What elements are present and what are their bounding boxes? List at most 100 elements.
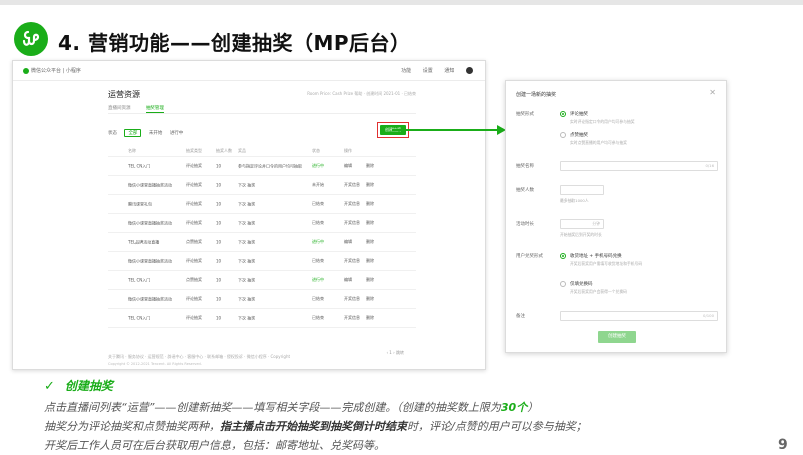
- row-type: 评论抽奖: [186, 163, 202, 168]
- option-desc: 开奖后获奖用户会获得一个兑换码: [570, 289, 627, 294]
- row-delete[interactable]: 删除: [366, 201, 374, 207]
- row-status: 已结束: [312, 315, 324, 320]
- pagination[interactable]: ‹ 1 › 跳转: [386, 350, 404, 356]
- row-count: 10: [216, 296, 222, 302]
- option-like-lottery[interactable]: 点赞抽奖: [570, 132, 588, 138]
- duration-hint: 开始抽奖后到开奖的时长: [560, 232, 602, 237]
- dialog-title: 创建一场新的抽奖: [516, 92, 557, 98]
- nav-item[interactable]: 通知: [444, 68, 454, 74]
- row-status: 已结束: [312, 201, 324, 206]
- text: 点击直播间列表“运营”——创建新抽奖——填写相关字段——完成创建。（创建的抽奖数…: [44, 401, 501, 414]
- radio-comment-lottery[interactable]: [560, 111, 566, 117]
- radio-like-lottery[interactable]: [560, 132, 566, 138]
- row-prize: 下次 抽奖: [238, 277, 256, 283]
- copyright: Copyright © 2012-2021 Tencent. All Right…: [108, 362, 202, 366]
- tabs-divider: [108, 113, 416, 114]
- row-action[interactable]: 开奖信息: [344, 315, 360, 321]
- nav-item[interactable]: 功能: [401, 68, 411, 74]
- table-row: TEL CN入门 评论抽奖 10 下次 抽奖 已结束 开奖信息 删除: [108, 309, 416, 328]
- row-prize: 下次 抽奖: [238, 296, 256, 302]
- table-row: 腾讯课堂礼包 评论抽奖 10 下次 抽奖 已结束 开奖信息 删除: [108, 195, 416, 214]
- row-name: TEL CN入门: [128, 315, 151, 321]
- option-comment-lottery[interactable]: 评论抽奖: [570, 111, 588, 117]
- tabs: 直播间资源 抽奖管理: [108, 105, 178, 113]
- row-delete[interactable]: 删除: [366, 258, 374, 264]
- row-count: 10: [216, 315, 222, 321]
- row-delete[interactable]: 删除: [366, 239, 374, 245]
- avatar[interactable]: [466, 67, 473, 74]
- winners-input[interactable]: [560, 185, 604, 195]
- row-action[interactable]: 开奖信息: [344, 201, 360, 207]
- table-row: TEL品牌活动直播 点赞抽奖 10 下次 抽奖 进行中 编辑 删除: [108, 233, 416, 252]
- text: 抽奖分为评论抽奖和点赞抽奖两种，: [44, 420, 220, 433]
- row-action[interactable]: 编辑: [344, 277, 352, 283]
- lottery-limit: 30个: [500, 401, 528, 414]
- row-delete[interactable]: 删除: [366, 315, 374, 321]
- mp-content: 运营资源 Room Price: Cash Prize 帮助 · 创建时间 20…: [108, 83, 416, 355]
- check-icon: ✓: [44, 379, 55, 394]
- filter-chip-ongoing[interactable]: 进行中: [170, 130, 184, 136]
- receive-label: 用户兑奖形式: [516, 254, 543, 259]
- filter-chip-all[interactable]: 全部: [124, 129, 142, 137]
- page-title: 运营资源: [108, 90, 140, 99]
- row-action[interactable]: 开奖信息: [344, 258, 360, 264]
- row-status: 已结束: [312, 296, 324, 301]
- remark-input[interactable]: 0/100: [560, 311, 718, 321]
- wechat-logo-icon: [23, 67, 29, 74]
- row-action[interactable]: 编辑: [344, 163, 352, 169]
- row-action[interactable]: 开奖信息: [344, 182, 360, 188]
- top-strip: [0, 0, 803, 5]
- table-row: 微信小课堂直播抽奖活动 评论抽奖 10 下次 抽奖 未开始 开奖信息 删除: [108, 176, 416, 195]
- col-header: 状态: [312, 147, 320, 153]
- mp-nav: 功能 设置 通知: [391, 67, 473, 74]
- row-count: 10: [216, 239, 222, 245]
- submit-button[interactable]: 创建抽奖: [598, 331, 636, 343]
- radio-code-only[interactable]: [560, 281, 566, 287]
- option-address-phone[interactable]: 收货地址 + 手机号码兑换: [570, 253, 622, 259]
- row-prize: 下次 抽奖: [238, 258, 256, 264]
- tab-lottery[interactable]: 抽奖管理: [145, 105, 164, 113]
- row-prize: 下次 抽奖: [238, 315, 256, 321]
- col-header: 抽奖类型: [186, 147, 202, 153]
- row-type: 评论抽奖: [186, 182, 202, 187]
- description-line-3: 开奖后工作人员可在后台获取用户信息，包括：邮寄地址、兑奖码等。: [44, 439, 385, 452]
- table-row: TEL CN入门 点赞抽奖 10 下次 抽奖 进行中 编辑 删除: [108, 271, 416, 290]
- row-status: 未开始: [312, 182, 324, 187]
- row-delete[interactable]: 删除: [366, 220, 374, 226]
- row-count: 10: [216, 163, 222, 169]
- winners-label: 抽奖人数: [516, 188, 534, 193]
- row-name: TEL CN入门: [128, 163, 151, 169]
- description-line-2: 抽奖分为评论抽奖和点赞抽奖两种，指主播点击开始抽奖到抽奖倒计时结束时，评论/点赞…: [44, 418, 587, 434]
- tab-room-resources[interactable]: 直播间资源: [108, 105, 131, 111]
- option-desc: 实时评论指定口令的用户均可参与抽奖: [570, 119, 635, 124]
- row-delete[interactable]: 删除: [366, 182, 374, 188]
- row-action[interactable]: 开奖信息: [344, 220, 360, 226]
- prize-name-input[interactable]: 0/16: [560, 161, 718, 171]
- description-line-1: 点击直播间列表“运营”——创建新抽奖——填写相关字段——完成创建。（创建的抽奖数…: [44, 399, 538, 415]
- close-icon[interactable]: ✕: [709, 88, 716, 97]
- row-action[interactable]: 编辑: [344, 239, 352, 245]
- row-delete[interactable]: 删除: [366, 277, 374, 283]
- row-count: 10: [216, 220, 222, 226]
- row-status: 已结束: [312, 258, 324, 263]
- row-delete[interactable]: 删除: [366, 296, 374, 302]
- row-type: 点赞抽奖: [186, 239, 202, 244]
- col-header: 名称: [128, 147, 136, 153]
- page-number: 9: [778, 437, 788, 453]
- duration-input[interactable]: 分钟: [560, 219, 604, 229]
- row-prize: 参与指定评论并口令的用户均可抽取: [238, 163, 302, 169]
- option-code-only[interactable]: 仅填兑换码: [570, 281, 593, 287]
- mp-brand: 微信公众平台 | 小程序: [23, 67, 81, 74]
- radio-address-phone[interactable]: [560, 253, 566, 259]
- text: 时，评论/点赞的用户可以参与抽奖；: [407, 420, 587, 433]
- row-action[interactable]: 开奖信息: [344, 296, 360, 302]
- nav-item[interactable]: 设置: [423, 68, 433, 74]
- filter-chip-pending[interactable]: 未开始: [149, 130, 163, 136]
- text: ）: [527, 401, 539, 414]
- row-status: 进行中: [312, 163, 324, 168]
- emphasis: 指主播点击开始抽奖到抽奖倒计时结束: [220, 420, 407, 433]
- table-row: 微信小课堂直播抽奖活动 评论抽奖 10 下次 抽奖 已结束 开奖信息 删除: [108, 252, 416, 271]
- row-delete[interactable]: 删除: [366, 163, 374, 169]
- table-row: TEL CN入门 评论抽奖 10 参与指定评论并口令的用户均可抽取 进行中 编辑 删除: [108, 157, 416, 176]
- row-type: 评论抽奖: [186, 315, 202, 320]
